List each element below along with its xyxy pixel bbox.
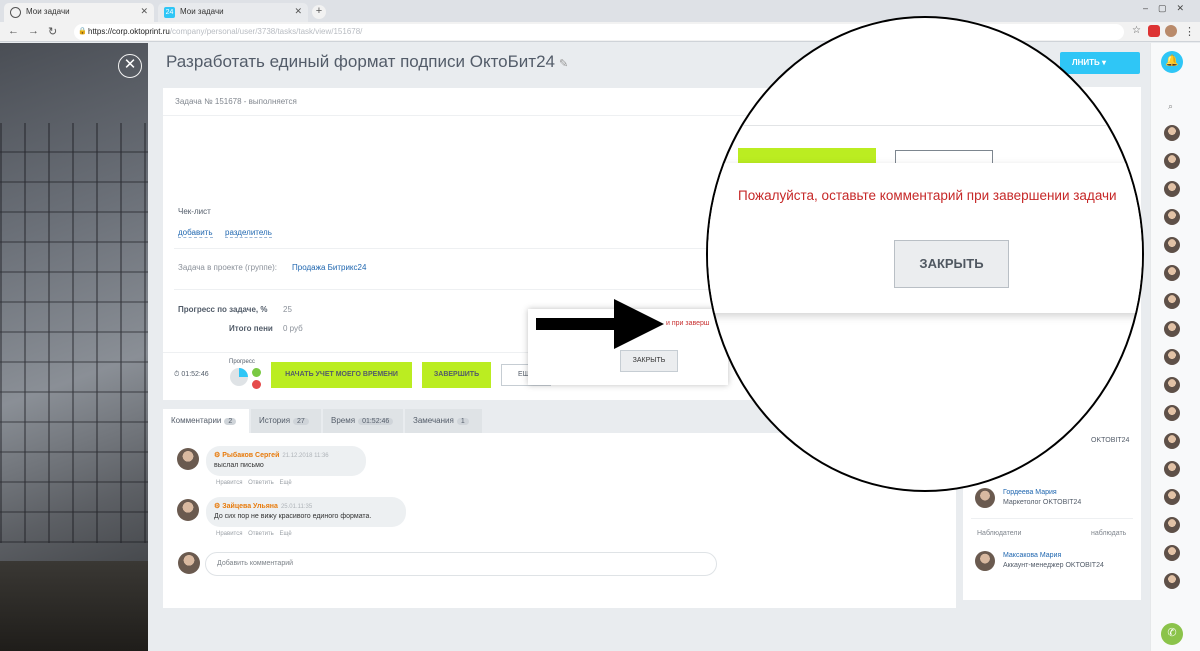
tab-history[interactable]: История 27 — [251, 409, 321, 433]
add-comment-input[interactable]: Добавить комментарий — [205, 552, 717, 576]
start-time-tracking-button[interactable]: НАЧАТЬ УЧЕТ МОЕГО ВРЕМЕНИ — [271, 362, 412, 388]
phone-icon[interactable]: ✆ — [1161, 623, 1183, 645]
checklist-add-link[interactable]: добавить — [178, 228, 213, 238]
annotation-arrow-shaft — [536, 318, 624, 330]
sidebar-avatar[interactable] — [1164, 433, 1180, 449]
menu-dots-icon[interactable]: ⋮ — [1184, 25, 1195, 38]
checklist-label: Чек-лист — [178, 207, 211, 216]
checklist-divider-link[interactable]: разделитель — [225, 228, 272, 238]
globe-icon — [10, 7, 21, 18]
sidebar-avatar[interactable] — [1164, 517, 1180, 533]
close-slider-icon[interactable]: ✕ — [118, 54, 142, 78]
sidebar-avatar[interactable] — [1164, 321, 1180, 337]
sidebar-avatar[interactable] — [1164, 209, 1180, 225]
project-link[interactable]: Продажа Битрикс24 — [292, 263, 366, 272]
observer-role: Аккаунт-менеджер OKTOBIT24 — [1003, 562, 1104, 569]
annotation-arrow-icon — [614, 299, 664, 349]
popup-close-button[interactable]: ЗАКРЫТЬ — [620, 350, 678, 372]
zoomed-popup — [708, 163, 1142, 313]
avatar — [177, 499, 199, 521]
background-photo — [0, 43, 148, 651]
forward-arrow-icon[interactable]: → — [28, 25, 39, 37]
zoomed-popup-message: Пожалуйста, оставьте комментарий при зав… — [738, 188, 1117, 203]
responsible-name[interactable]: Гордеева Мария — [1003, 489, 1057, 496]
search-icon[interactable]: ⌕ — [1168, 101, 1173, 112]
avatar — [975, 488, 995, 508]
status-dot-red — [252, 380, 261, 389]
comment-author[interactable]: ⚙ Зайцева Ульяна — [214, 503, 278, 510]
progress-mini-label: Прогресс — [229, 359, 255, 365]
progress-label: Прогресс по задаче, % — [178, 305, 268, 314]
bookmark-star-icon[interactable]: ☆ — [1132, 25, 1141, 36]
penalty-value: 0 руб — [283, 324, 303, 333]
close-tab-icon[interactable]: ✕ — [140, 6, 148, 17]
status-dot-green — [252, 368, 261, 377]
sidebar-avatar[interactable] — [1164, 125, 1180, 141]
tab-remarks[interactable]: Замечания 1 — [405, 409, 482, 433]
sidebar-avatar[interactable] — [1164, 545, 1180, 561]
avatar — [177, 448, 199, 470]
reload-icon[interactable]: ↻ — [48, 25, 57, 38]
observe-link[interactable]: наблюдать — [1091, 530, 1126, 537]
comment-bubble: ⚙ Зайцева Ульяна 25.01.11:35 До сих пор н… — [206, 497, 406, 527]
responsible-role: Маркетолог OKTOBIT24 — [1003, 499, 1082, 506]
divider — [174, 289, 734, 290]
sidebar-avatar[interactable] — [1164, 489, 1180, 505]
zoom-magnifier: Пожалуйста, оставьте комментарий при зав… — [706, 16, 1144, 492]
comment-bubble: ⚙ Рыбаков Сергей 21.12.2018 11:36 выслал … — [206, 446, 366, 476]
sidebar-avatar[interactable] — [1164, 265, 1180, 281]
top-action-button[interactable]: ЛНИТЬ ▾ — [1060, 52, 1140, 74]
sidebar-avatar[interactable] — [1164, 237, 1180, 253]
tab-time[interactable]: Время 01:52:46 — [323, 409, 403, 433]
popup-message: и при заверш — [666, 320, 710, 327]
comment-actions[interactable]: Нравится Ответить Ещё — [216, 531, 292, 537]
sidebar-avatar[interactable] — [1164, 573, 1180, 589]
tab-comments[interactable]: Комментарии 2 — [163, 409, 249, 433]
bell-icon[interactable]: 🔔 — [1161, 51, 1183, 73]
browser-tab-bar: Мои задачи ✕ 24 Мои задачи ✕ + –▢✕ — [0, 0, 1200, 22]
project-label: Задача в проекте (группе): — [178, 263, 277, 272]
sidebar-avatar[interactable] — [1164, 461, 1180, 477]
comment-text: До сих пор не вижу красивого единого фор… — [214, 513, 372, 520]
browser-tab-inactive[interactable]: 24 Мои задачи ✕ — [158, 3, 308, 22]
sidebar-avatar[interactable] — [1164, 349, 1180, 365]
right-sidebar: 🔔 ⌕ ✆ — [1150, 43, 1200, 651]
lock-icon: 🔒 — [78, 28, 87, 35]
browser-tab-active[interactable]: Мои задачи ✕ — [4, 3, 154, 22]
divider — [174, 248, 734, 249]
sidebar-avatar[interactable] — [1164, 153, 1180, 169]
bitrix24-icon: 24 — [164, 7, 175, 18]
window-controls[interactable]: –▢✕ — [1143, 3, 1194, 14]
zoomed-close-button[interactable]: ЗАКРЫТЬ — [894, 240, 1009, 288]
sidebar-avatar[interactable] — [1164, 405, 1180, 421]
edit-pencil-icon[interactable]: ✎ — [559, 58, 568, 70]
page-title: Разработать единый формат подписи ОктоБи… — [166, 52, 569, 71]
back-arrow-icon[interactable]: ← — [8, 25, 19, 37]
avatar — [975, 551, 995, 571]
comment-author[interactable]: ⚙ Рыбаков Сергей — [214, 452, 279, 459]
close-tab-icon[interactable]: ✕ — [294, 6, 302, 17]
observers-label: Наблюдатели — [977, 530, 1022, 537]
extension-icon[interactable] — [1148, 25, 1160, 37]
comment-text: выслал письмо — [214, 462, 264, 469]
profile-avatar[interactable] — [1165, 25, 1177, 37]
finish-task-button[interactable]: ЗАВЕРШИТЬ — [422, 362, 491, 388]
sidebar-avatar[interactable] — [1164, 293, 1180, 309]
avatar — [178, 552, 200, 574]
timer-display: ⏱ 01:52:46 — [174, 371, 209, 378]
sidebar-avatar[interactable] — [1164, 377, 1180, 393]
new-tab-button[interactable]: + — [312, 5, 326, 19]
progress-value: 25 — [283, 305, 292, 314]
penalty-label: Итого пени — [229, 324, 273, 333]
observer-name[interactable]: Максакова Мария — [1003, 552, 1061, 559]
company-label: OKTOBIT24 — [1091, 437, 1130, 444]
comment-actions[interactable]: Нравится Ответить Ещё — [216, 480, 292, 486]
sidebar-avatar[interactable] — [1164, 181, 1180, 197]
progress-ring — [230, 368, 248, 386]
